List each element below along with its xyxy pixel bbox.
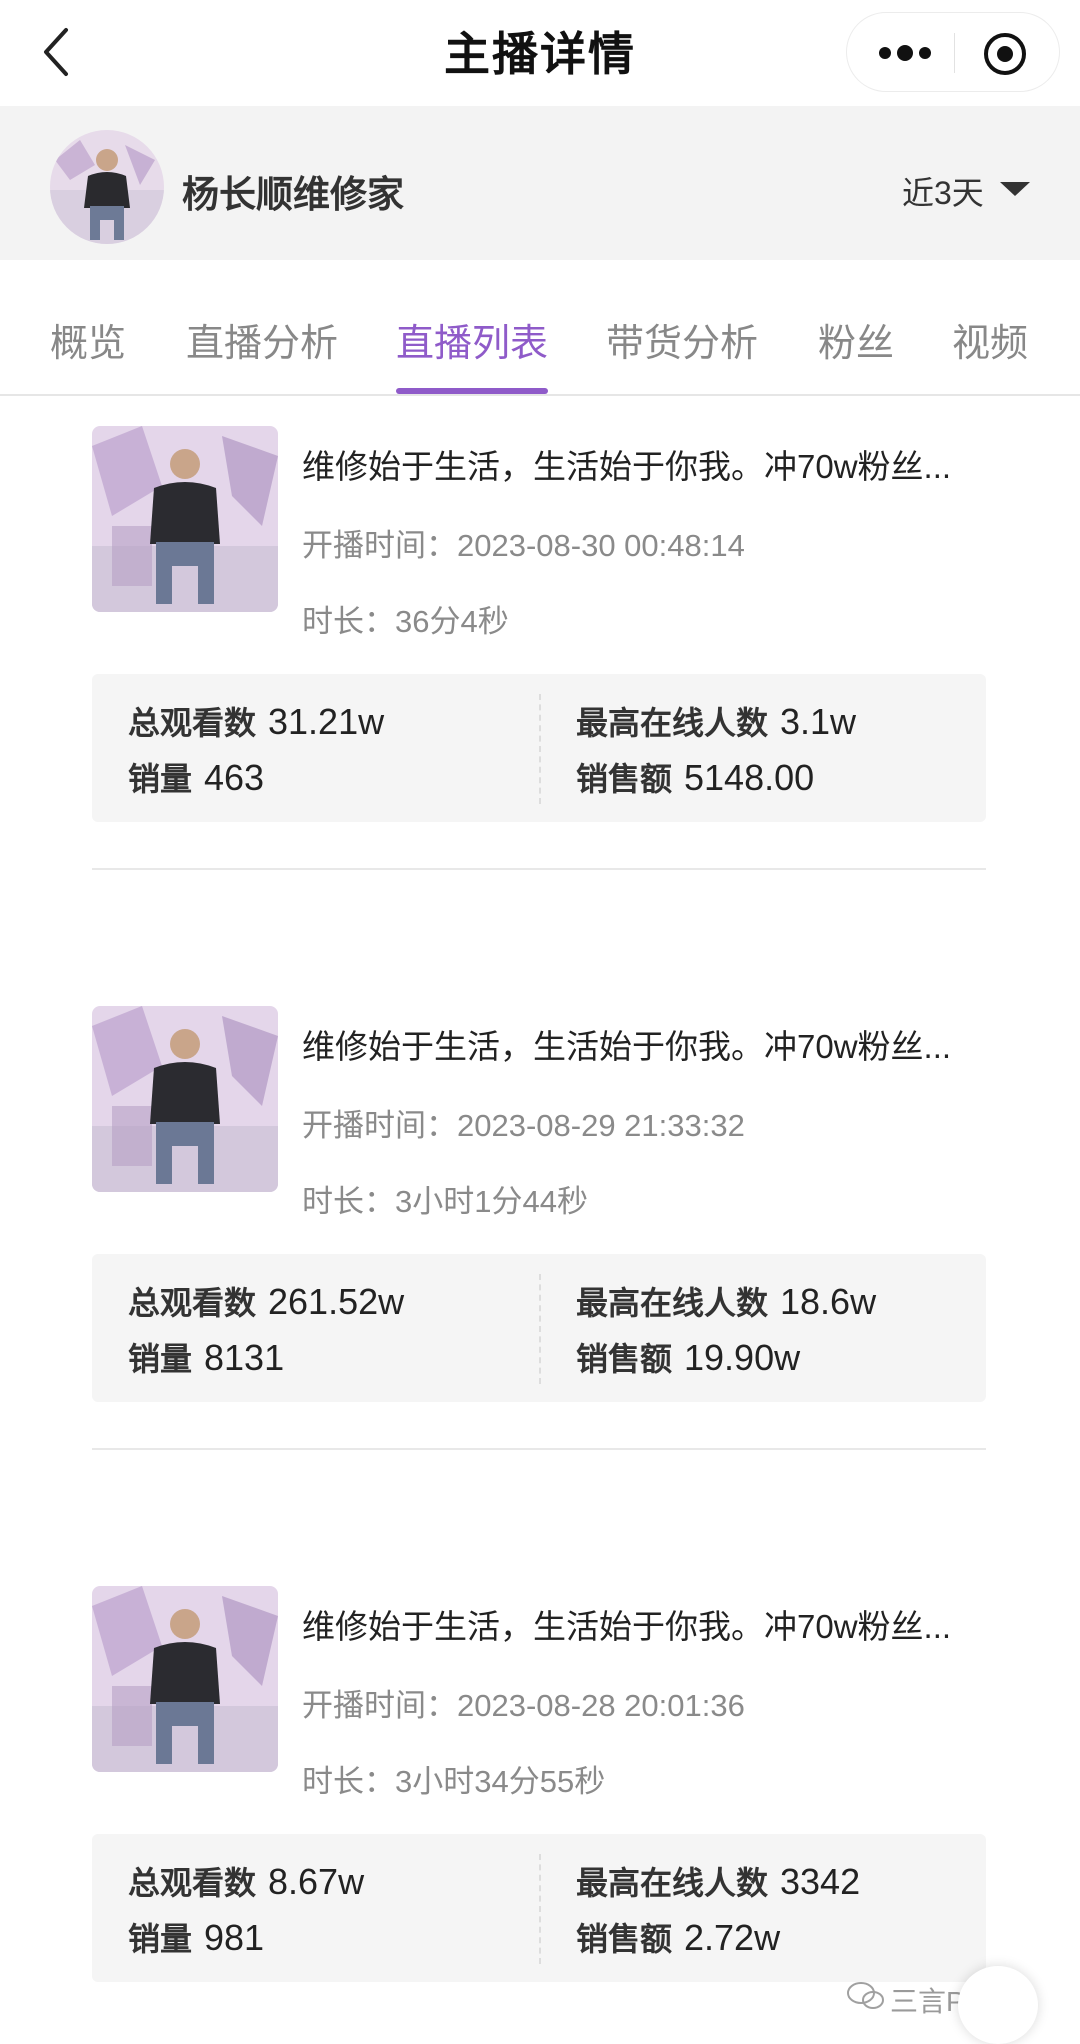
duration-label: 时长：	[302, 1184, 395, 1219]
live-duration: 时长：36分4秒	[302, 596, 509, 641]
tab-live-analysis[interactable]: 直播分析	[186, 312, 338, 367]
live-cover-image	[92, 426, 278, 612]
start-time-label: 开播时间：	[302, 528, 457, 563]
stat-label: 最高在线人数	[576, 1865, 769, 1901]
card-divider	[92, 868, 986, 870]
live-cover-image	[92, 1586, 278, 1772]
stat-value: 8.67w	[268, 1861, 365, 1902]
live-title: 维修始于生活，生活始于你我。冲70w粉丝...	[302, 1028, 952, 1065]
more-icon[interactable]	[875, 35, 935, 71]
stat-value: 8131	[204, 1337, 285, 1378]
live-start-time: 开播时间：2023-08-30 00:48:14	[302, 520, 745, 565]
stat-label: 销量	[128, 761, 193, 797]
tab-overview[interactable]: 概览	[50, 312, 126, 367]
stat-label: 销售额	[576, 761, 673, 797]
live-duration: 时长：3小时1分44秒	[302, 1176, 588, 1221]
page: 主播详情 杨长顺维修家 近3天 概览 直播分析 直播列表 带货分析 粉丝 视频 …	[0, 0, 1080, 2044]
stat-revenue: 销售额 2.72w	[576, 1914, 780, 1960]
start-time-label: 开播时间：	[302, 1108, 457, 1143]
stat-value: 3342	[780, 1861, 861, 1902]
stat-label: 销售额	[576, 1341, 673, 1377]
duration-value: 3小时34分55秒	[395, 1764, 606, 1799]
tab-bar: 概览 直播分析 直播列表 带货分析 粉丝 视频	[0, 260, 1080, 396]
stat-label: 总观看数	[128, 1865, 257, 1901]
live-stats-panel: 总观看数 261.52w 销量 8131 最高在线人数 18.6w 销售额 19.90w	[92, 1254, 986, 1402]
stat-peak-online: 最高在线人数 3342	[576, 1858, 860, 1904]
top-nav-bar: 主播详情	[0, 0, 1080, 106]
duration-value: 36分4秒	[395, 604, 509, 639]
wechat-icon	[847, 1982, 884, 2009]
stat-value: 31.21w	[268, 701, 385, 742]
stat-total-views: 总观看数 261.52w	[128, 1278, 404, 1324]
tab-sales-analysis[interactable]: 带货分析	[606, 312, 758, 367]
live-stats-panel: 总观看数 8.67w 销量 981 最高在线人数 3342 销售额 2.72w	[92, 1834, 986, 1982]
stat-label: 最高在线人数	[576, 705, 769, 741]
stat-label: 总观看数	[128, 1285, 257, 1321]
live-card[interactable]: 维修始于生活，生活始于你我。冲70w粉丝... 开播时间：2023-08-30 …	[92, 426, 988, 876]
duration-value: 3小时1分44秒	[395, 1184, 588, 1219]
start-time-label: 开播时间：	[302, 1688, 457, 1723]
live-cover-image	[92, 1006, 278, 1192]
live-card[interactable]: 维修始于生活，生活始于你我。冲70w粉丝... 开播时间：2023-08-28 …	[92, 1586, 988, 2036]
live-start-time: 开播时间：2023-08-29 21:33:32	[302, 1100, 745, 1145]
stat-total-views: 总观看数 8.67w	[128, 1858, 364, 1904]
stat-value: 2.72w	[684, 1917, 781, 1958]
stat-label: 最高在线人数	[576, 1285, 769, 1321]
stat-sales-volume: 销量 463	[128, 754, 264, 800]
stat-label: 总观看数	[128, 705, 257, 741]
live-start-time: 开播时间：2023-08-28 20:01:36	[302, 1680, 745, 1725]
miniprogram-capsule	[846, 12, 1060, 92]
stat-peak-online: 最高在线人数 3.1w	[576, 698, 856, 744]
stat-revenue: 销售额 5148.00	[576, 754, 814, 800]
stat-value: 3.1w	[780, 701, 857, 742]
stats-divider	[539, 1274, 541, 1384]
live-title: 维修始于生活，生活始于你我。冲70w粉丝...	[302, 1608, 952, 1645]
live-card[interactable]: 维修始于生活，生活始于你我。冲70w粉丝... 开播时间：2023-08-29 …	[92, 1006, 988, 1456]
duration-label: 时长：	[302, 604, 395, 639]
stat-label: 销量	[128, 1341, 193, 1377]
stat-value: 463	[204, 757, 265, 798]
stat-sales-volume: 销量 8131	[128, 1334, 284, 1380]
start-time-value: 2023-08-30 00:48:14	[457, 528, 745, 563]
anchor-avatar[interactable]	[50, 130, 164, 244]
tab-fans[interactable]: 粉丝	[818, 312, 894, 367]
anchor-header: 杨长顺维修家 近3天	[0, 106, 1080, 260]
stat-sales-volume: 销量 981	[128, 1914, 264, 1960]
stat-value: 981	[204, 1917, 265, 1958]
anchor-name: 杨长顺维修家	[182, 174, 404, 215]
capsule-divider	[954, 33, 955, 73]
period-select[interactable]: 近3天	[902, 168, 984, 214]
live-stats-panel: 总观看数 31.21w 销量 463 最高在线人数 3.1w 销售额 5148.00	[92, 674, 986, 822]
start-time-value: 2023-08-28 20:01:36	[457, 1688, 745, 1723]
stats-divider	[539, 694, 541, 804]
card-divider	[92, 1448, 986, 1450]
tab-live-list[interactable]: 直播列表	[396, 312, 548, 367]
stat-label: 销量	[128, 1921, 193, 1957]
stat-peak-online: 最高在线人数 18.6w	[576, 1278, 876, 1324]
stat-value: 5148.00	[684, 757, 815, 798]
start-time-value: 2023-08-29 21:33:32	[457, 1108, 745, 1143]
tab-videos[interactable]: 视频	[952, 312, 1028, 367]
live-title: 维修始于生活，生活始于你我。冲70w粉丝...	[302, 448, 952, 485]
stat-value: 19.90w	[684, 1337, 801, 1378]
active-tab-indicator	[396, 388, 548, 394]
live-duration: 时长：3小时34分55秒	[302, 1756, 605, 1801]
floating-button[interactable]	[958, 1966, 1038, 2044]
stat-revenue: 销售额 19.90w	[576, 1334, 800, 1380]
duration-label: 时长：	[302, 1764, 395, 1799]
stats-divider	[539, 1854, 541, 1964]
stat-label: 销售额	[576, 1921, 673, 1957]
stat-value: 261.52w	[268, 1281, 405, 1322]
stat-value: 18.6w	[780, 1281, 877, 1322]
chevron-down-icon[interactable]	[1000, 182, 1030, 198]
close-target-icon[interactable]	[982, 31, 1028, 77]
stat-total-views: 总观看数 31.21w	[128, 698, 384, 744]
